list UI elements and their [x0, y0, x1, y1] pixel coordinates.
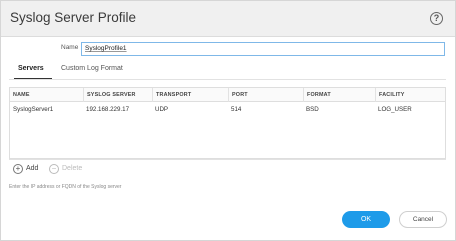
- minus-circle-icon: −: [49, 164, 59, 174]
- column-header-facility[interactable]: FACILITY: [375, 88, 445, 102]
- ok-button[interactable]: OK: [342, 211, 390, 228]
- cancel-button[interactable]: Cancel: [399, 211, 447, 228]
- plus-circle-icon: +: [13, 164, 23, 174]
- cell-name: SyslogServer1: [13, 106, 54, 113]
- name-row: Name SyslogProfile1: [1, 42, 455, 56]
- cell-port: 514: [231, 106, 242, 113]
- dialog-title: Syslog Server Profile: [10, 10, 137, 25]
- column-header-syslog-server[interactable]: SYSLOG SERVER: [83, 88, 152, 102]
- cell-format: BSD: [306, 106, 319, 113]
- servers-table: NAME SYSLOG SERVER TRANSPORT PORT FORMAT…: [9, 87, 446, 159]
- table-footer-divider: [9, 159, 446, 160]
- cell-facility: LOG_USER: [378, 106, 412, 113]
- column-header-format[interactable]: FORMAT: [303, 88, 375, 102]
- tab-divider: [9, 79, 446, 80]
- help-icon[interactable]: ?: [430, 12, 443, 25]
- cell-syslog-server: 192.168.229.17: [86, 106, 130, 113]
- delete-label: Delete: [62, 165, 83, 172]
- cell-transport: UDP: [155, 106, 169, 113]
- add-label: Add: [26, 165, 39, 172]
- table-row[interactable]: SyslogServer1 192.168.229.17 UDP 514 BSD…: [10, 103, 445, 117]
- tab-servers[interactable]: Servers: [18, 65, 44, 72]
- syslog-server-profile-dialog: Syslog Server Profile ? Name SyslogProfi…: [0, 0, 456, 241]
- tab-custom-log-format[interactable]: Custom Log Format: [61, 65, 123, 72]
- table-header: NAME SYSLOG SERVER TRANSPORT PORT FORMAT…: [10, 88, 445, 102]
- column-header-name[interactable]: NAME: [10, 88, 83, 102]
- name-label: Name: [61, 44, 79, 51]
- dialog-header: Syslog Server Profile ?: [1, 1, 455, 37]
- help-hint-text: Enter the IP address or FQDN of the Sysl…: [9, 184, 122, 190]
- column-header-transport[interactable]: TRANSPORT: [152, 88, 228, 102]
- column-header-port[interactable]: PORT: [228, 88, 303, 102]
- name-input[interactable]: SyslogProfile1: [81, 42, 445, 56]
